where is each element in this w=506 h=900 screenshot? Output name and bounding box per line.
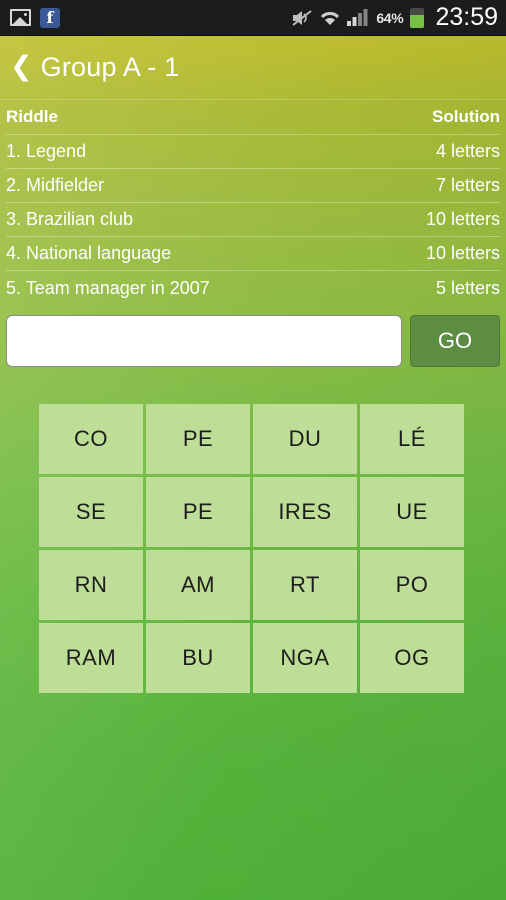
mute-icon bbox=[292, 9, 312, 26]
battery-percent-label: 64% bbox=[376, 9, 404, 26]
table-row: 1. Legend 4 letters bbox=[6, 135, 500, 169]
syllable-tile[interactable]: PE bbox=[146, 404, 250, 474]
riddle-text: 5. Team manager in 2007 bbox=[6, 277, 210, 298]
solution-length: 10 letters bbox=[425, 209, 500, 229]
solution-length: 10 letters bbox=[425, 243, 500, 263]
table-row: 4. National language 10 letters bbox=[6, 237, 500, 271]
syllable-grid: CO PE DU LÉ SE PE IRES UE RN AM RT PO RA… bbox=[39, 404, 464, 693]
syllable-tile[interactable]: LÉ bbox=[360, 404, 464, 474]
syllable-tile[interactable]: PO bbox=[360, 550, 464, 620]
syllable-tile[interactable]: UE bbox=[360, 477, 464, 547]
syllable-tile[interactable]: IRES bbox=[253, 477, 357, 547]
syllable-tile[interactable]: RT bbox=[253, 550, 357, 620]
table-row: 2. Midfielder 7 letters bbox=[6, 169, 500, 203]
syllable-tile[interactable]: RAM bbox=[39, 623, 143, 693]
clock-label: 23:59 bbox=[435, 3, 498, 31]
signal-bars-icon bbox=[347, 8, 368, 26]
gallery-icon bbox=[10, 9, 31, 26]
solution-length: 4 letters bbox=[435, 141, 500, 161]
page-title: Group A - 1 bbox=[40, 52, 180, 82]
status-bar-notifications: f bbox=[10, 7, 60, 28]
facebook-icon: f bbox=[40, 7, 60, 28]
riddle-table: Riddle Solution 1. Legend 4 letters 2. M… bbox=[0, 100, 506, 305]
syllable-tile[interactable]: OG bbox=[360, 623, 464, 693]
column-header-riddle: Riddle bbox=[6, 107, 58, 126]
answer-entry-row: GO bbox=[0, 305, 506, 367]
riddle-text: 1. Legend bbox=[6, 141, 87, 161]
answer-input[interactable] bbox=[6, 315, 402, 367]
syllable-grid-wrapper: CO PE DU LÉ SE PE IRES UE RN AM RT PO RA… bbox=[39, 404, 464, 693]
syllable-tile[interactable]: DU bbox=[253, 404, 357, 474]
syllable-tile[interactable]: RN bbox=[39, 550, 143, 620]
syllable-tile[interactable]: NGA bbox=[253, 623, 357, 693]
riddle-text: 4. National language bbox=[6, 243, 172, 263]
syllable-tile[interactable]: SE bbox=[39, 477, 143, 547]
riddle-text: 3. Brazilian club bbox=[6, 209, 134, 229]
riddle-text: 2. Midfielder bbox=[6, 175, 105, 195]
solution-length: 7 letters bbox=[435, 175, 500, 195]
battery-icon bbox=[410, 7, 425, 28]
status-bar-system-icons: 64% 23:59 bbox=[291, 5, 498, 30]
table-row: 5. Team manager in 2007 5 letters bbox=[6, 271, 500, 305]
syllable-tile[interactable]: AM bbox=[146, 550, 250, 620]
column-header-solution: Solution bbox=[432, 107, 500, 126]
go-button[interactable]: GO bbox=[410, 315, 500, 367]
status-bar: f 64% 23:59 bbox=[0, 0, 506, 36]
app-title-bar[interactable]: ❮ Group A - 1 bbox=[0, 36, 506, 100]
syllable-tile[interactable]: PE bbox=[146, 477, 250, 547]
solution-length: 5 letters bbox=[435, 277, 500, 298]
back-chevron-icon[interactable]: ❮ bbox=[10, 53, 33, 80]
table-row: 3. Brazilian club 10 letters bbox=[6, 203, 500, 237]
syllable-tile[interactable]: CO bbox=[39, 404, 143, 474]
wifi-icon bbox=[321, 11, 340, 25]
table-header-row: Riddle Solution bbox=[6, 100, 500, 135]
syllable-tile[interactable]: BU bbox=[146, 623, 250, 693]
